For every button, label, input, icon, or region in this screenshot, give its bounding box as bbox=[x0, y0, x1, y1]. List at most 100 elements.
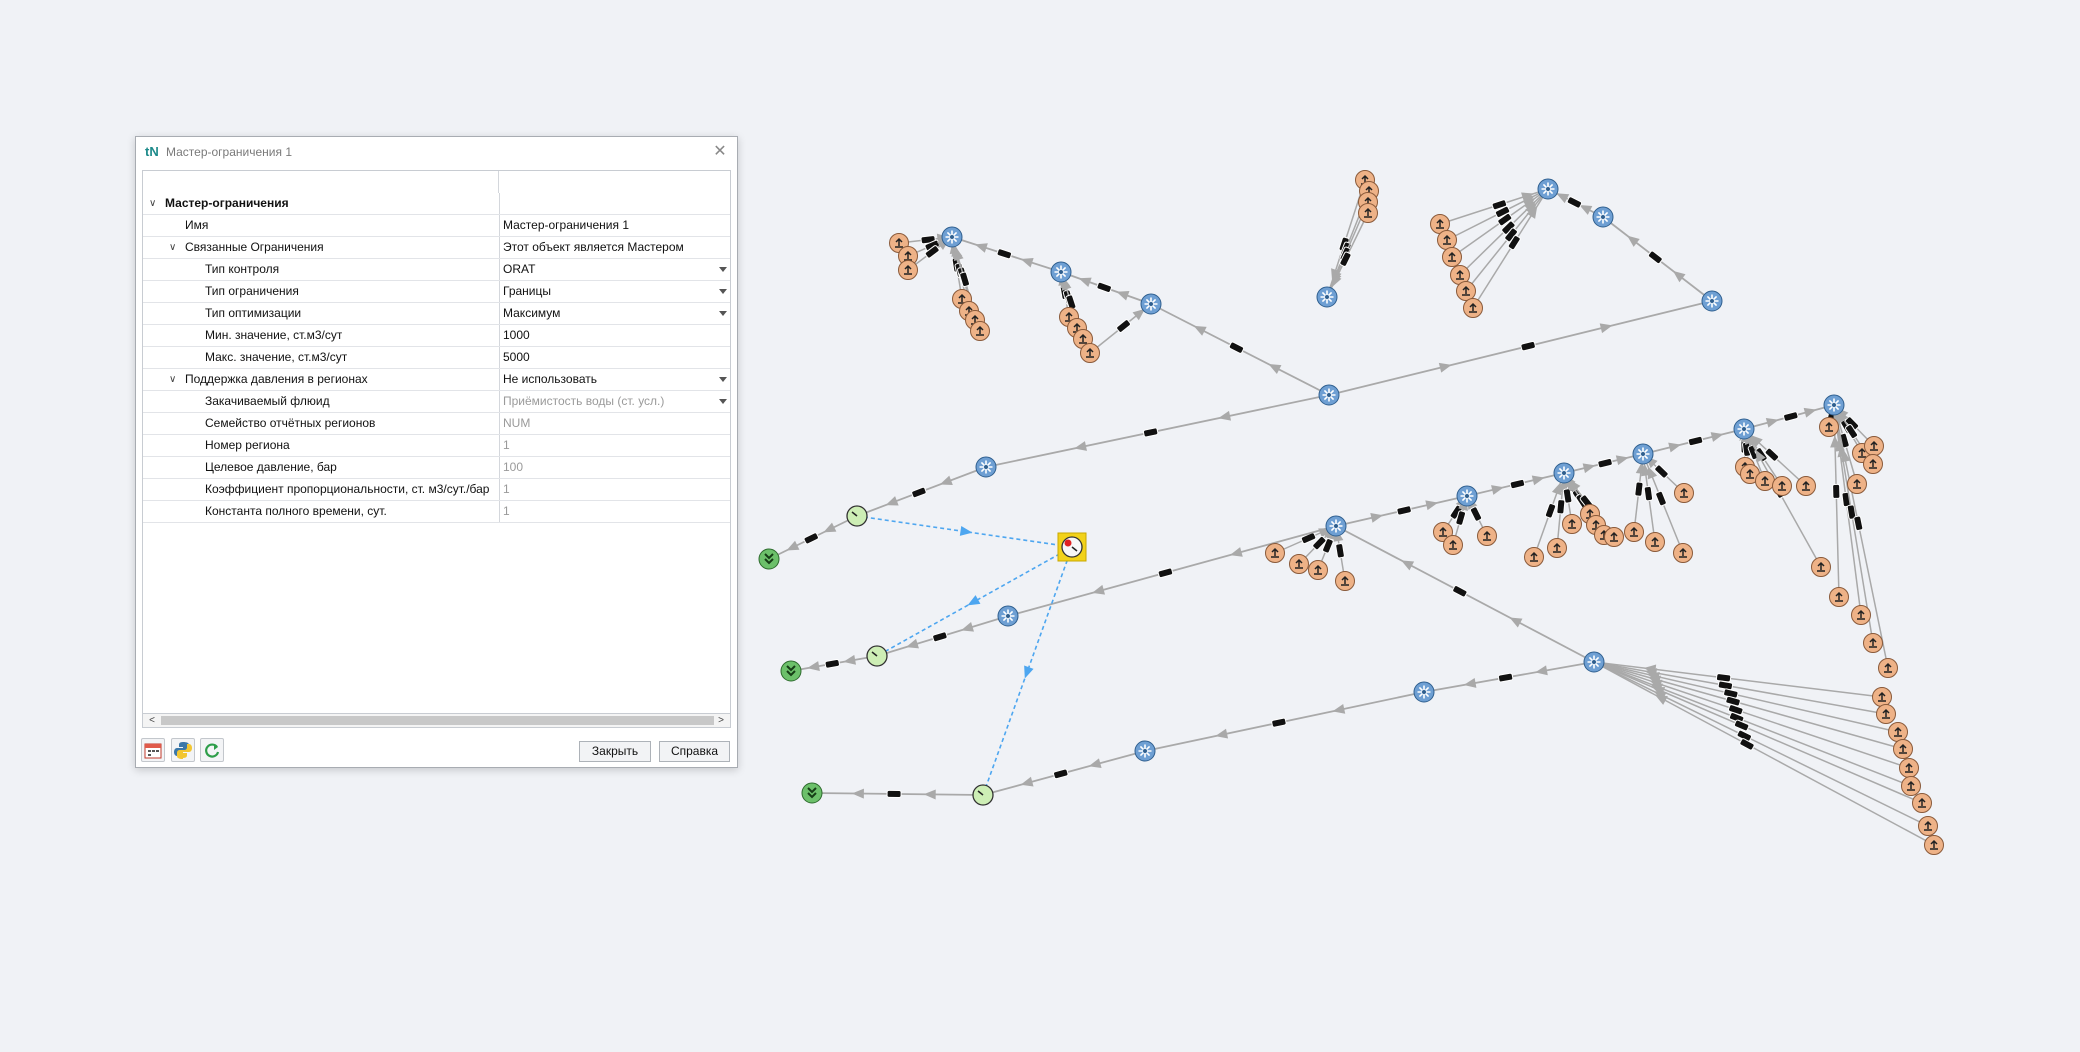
pipe-connector-icon[interactable] bbox=[1655, 490, 1667, 507]
well-pipe-line[interactable] bbox=[1593, 661, 1910, 769]
flow-arrow-icon bbox=[1332, 703, 1346, 714]
expand-chevron-icon[interactable]: ∨ bbox=[169, 237, 176, 258]
pipe-connector-icon[interactable] bbox=[1556, 499, 1566, 515]
scroll-left-arrow-icon[interactable]: < bbox=[145, 714, 159, 727]
pipe-connector-icon[interactable] bbox=[1157, 567, 1174, 579]
property-row[interactable]: ∨ Поддержка давления в регионах Не использ… bbox=[143, 369, 730, 391]
dialog-titlebar[interactable]: tN Мастер-ограничения 1 ✕ bbox=[136, 137, 737, 169]
flow-arrow-icon bbox=[1599, 323, 1613, 334]
property-value[interactable]: Не использовать bbox=[499, 369, 730, 390]
pipe-connector-icon[interactable] bbox=[1634, 481, 1644, 497]
property-value: 1 bbox=[499, 479, 730, 500]
python-icon[interactable] bbox=[171, 738, 195, 762]
dialog-bottom-bar: Закрыть Справка bbox=[136, 733, 737, 767]
property-value[interactable]: Этот объект является Мастером bbox=[499, 237, 730, 258]
pipe-connector-icon[interactable] bbox=[1783, 411, 1799, 422]
dropdown-arrow-icon[interactable] bbox=[719, 267, 727, 272]
horizontal-scrollbar[interactable]: < > bbox=[142, 713, 731, 728]
pipe-connector-icon[interactable] bbox=[1053, 768, 1069, 780]
property-grid[interactable]: ∨ Мастер-ограничения Имя Мастер-ограничения… bbox=[142, 170, 731, 715]
property-row[interactable]: Закачиваемый флюид Приёмистость воды (ст.… bbox=[143, 391, 730, 413]
refresh-icon[interactable] bbox=[200, 738, 224, 762]
pipe-connector-icon[interactable] bbox=[803, 532, 819, 545]
pipe-connector-icon[interactable] bbox=[1142, 427, 1159, 438]
help-button[interactable]: Справка bbox=[659, 741, 730, 762]
flow-arrow-icon bbox=[1020, 776, 1034, 787]
scroll-right-arrow-icon[interactable]: > bbox=[714, 714, 728, 727]
property-row[interactable]: Макс. значение, ст.м3/сут 5000 bbox=[143, 347, 730, 369]
pipe-connector-icon[interactable] bbox=[911, 486, 927, 499]
scrollbar-thumb[interactable] bbox=[161, 716, 714, 725]
dropdown-arrow-icon[interactable] bbox=[719, 289, 727, 294]
expand-chevron-icon[interactable]: ∨ bbox=[169, 369, 176, 390]
property-row[interactable]: Тип оптимизации Максимум bbox=[143, 303, 730, 325]
pipe-connector-icon[interactable] bbox=[1116, 319, 1131, 333]
property-row[interactable]: Целевое давление, бар 100 bbox=[143, 457, 730, 479]
property-value[interactable]: ORAT bbox=[499, 259, 730, 280]
property-value[interactable]: Границы bbox=[499, 281, 730, 302]
flow-arrow-icon bbox=[1370, 513, 1384, 523]
pipe-connector-icon[interactable] bbox=[1096, 281, 1112, 293]
pipe-connector-icon[interactable] bbox=[1544, 503, 1557, 519]
flow-arrow-icon bbox=[1074, 441, 1087, 451]
well-pipe-line[interactable] bbox=[1593, 661, 1923, 804]
pipe-connector-icon[interactable] bbox=[1452, 585, 1468, 598]
pipe-connector-icon[interactable] bbox=[1643, 485, 1654, 502]
pipe-connector-icon[interactable] bbox=[886, 789, 902, 799]
flow-arrow-icon bbox=[961, 622, 974, 632]
calendar-icon[interactable] bbox=[141, 738, 165, 762]
pipe-connector-icon[interactable] bbox=[1271, 717, 1287, 728]
junction-center bbox=[1546, 187, 1550, 191]
property-row[interactable]: ∨ Мастер-ограничения bbox=[143, 193, 730, 215]
property-value[interactable]: Мастер-ограничения 1 bbox=[499, 215, 730, 236]
pipe-connector-icon[interactable] bbox=[1497, 672, 1514, 683]
expand-chevron-icon[interactable]: ∨ bbox=[149, 193, 156, 214]
property-row[interactable]: Константа полного времени, сут. 1 bbox=[143, 501, 730, 523]
dropdown-arrow-icon[interactable] bbox=[719, 377, 727, 382]
pipe-connector-icon[interactable] bbox=[1597, 457, 1613, 469]
property-row[interactable]: Имя Мастер-ограничения 1 bbox=[143, 215, 730, 237]
pipe-connector-icon[interactable] bbox=[1469, 506, 1483, 522]
property-row[interactable]: Тип ограничения Границы bbox=[143, 281, 730, 303]
well-pipe-line[interactable] bbox=[1593, 661, 1929, 827]
property-row[interactable]: Мин. значение, ст.м3/сут 1000 bbox=[143, 325, 730, 347]
flow-arrow-icon bbox=[1088, 758, 1102, 768]
property-label: Связанные Ограничения bbox=[185, 240, 324, 254]
dropdown-arrow-icon[interactable] bbox=[719, 311, 727, 316]
close-button[interactable]: Закрыть bbox=[579, 741, 651, 762]
pipe-connector-icon[interactable] bbox=[1520, 340, 1536, 352]
property-value[interactable]: Максимум bbox=[499, 303, 730, 324]
pipe-connector-icon[interactable] bbox=[1566, 196, 1583, 209]
close-icon[interactable]: ✕ bbox=[709, 141, 731, 163]
property-row[interactable]: Коэффициент пропорциональности, ст. м3/с… bbox=[143, 479, 730, 501]
pipe-connector-icon[interactable] bbox=[1228, 341, 1245, 354]
pipe-line[interactable] bbox=[1328, 300, 1713, 396]
flow-arrow-icon bbox=[1229, 547, 1243, 557]
pipe-connector-icon[interactable] bbox=[996, 248, 1013, 260]
property-value[interactable]: 5000 bbox=[499, 347, 730, 368]
pipe-connector-icon[interactable] bbox=[1832, 483, 1841, 499]
pipe-connector-icon[interactable] bbox=[1509, 478, 1526, 490]
flow-arrow-icon bbox=[1654, 694, 1668, 705]
property-row[interactable]: ∨ Связанные Ограничения Этот объект являет… bbox=[143, 237, 730, 259]
pipe-connector-icon[interactable] bbox=[1687, 435, 1704, 447]
flow-arrow-icon bbox=[843, 654, 856, 665]
link-arrow-icon bbox=[959, 525, 973, 536]
pipe-connector-icon[interactable] bbox=[1335, 543, 1345, 559]
pipe-connector-icon[interactable] bbox=[1715, 673, 1732, 683]
pipe-connector-icon[interactable] bbox=[932, 631, 948, 643]
property-row[interactable]: Семейство отчётных регионов NUM bbox=[143, 413, 730, 435]
junction-center bbox=[1742, 427, 1746, 431]
flow-arrow-icon bbox=[1627, 235, 1640, 247]
pipe-connector-icon[interactable] bbox=[1654, 464, 1669, 479]
property-row[interactable]: Номер региона 1 bbox=[143, 435, 730, 457]
property-row[interactable]: Тип контроля ORAT bbox=[143, 259, 730, 281]
property-value[interactable]: 1000 bbox=[499, 325, 730, 346]
pipe-connector-icon[interactable] bbox=[1396, 505, 1412, 516]
well-pipe-line[interactable] bbox=[1593, 661, 1887, 715]
pipe-connector-icon[interactable] bbox=[824, 658, 840, 669]
pipe-connector-icon[interactable] bbox=[959, 271, 970, 288]
property-value[interactable] bbox=[499, 193, 730, 214]
pipe-connector-icon[interactable] bbox=[1647, 250, 1663, 265]
dropdown-arrow-icon[interactable] bbox=[719, 399, 727, 404]
